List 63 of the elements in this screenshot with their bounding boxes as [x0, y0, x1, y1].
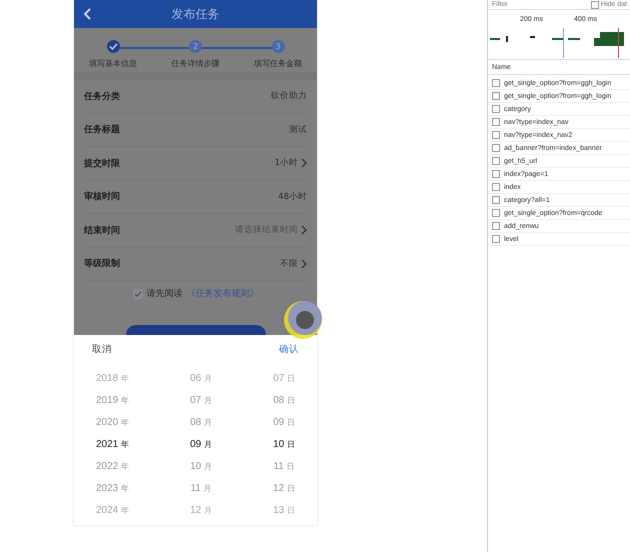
row-checkbox[interactable] [492, 222, 500, 230]
picker-option[interactable]: 07 日 [273, 368, 295, 390]
agreement-checkbox[interactable] [132, 288, 142, 298]
picker-option[interactable]: 07 月 [190, 390, 212, 412]
picker-option[interactable]: 09 月 [190, 434, 212, 456]
back-icon[interactable] [83, 8, 91, 20]
step-label: 任务详情步骤 [172, 58, 220, 69]
agreement-text: 请先阅读 [146, 288, 182, 300]
field-label: 等级限制 [84, 258, 121, 270]
cancel-button[interactable]: 取消 [92, 343, 112, 356]
chevron-right-icon[interactable] [301, 158, 307, 168]
picker-option[interactable]: 12 月 [190, 500, 212, 522]
picker-option[interactable]: 2023 年 [96, 478, 130, 500]
picker-option[interactable]: 2021 年 [96, 434, 130, 456]
chevron-right-icon[interactable] [301, 258, 307, 269]
row-checkbox[interactable] [492, 79, 500, 87]
row-checkbox[interactable] [492, 144, 500, 152]
row-checkbox[interactable] [492, 183, 500, 191]
field-value: 测试 [289, 124, 307, 136]
picker-option[interactable]: 2018 年 [96, 368, 130, 390]
step-label: 填写基本信息 [89, 58, 137, 69]
picker-option[interactable]: 2019 年 [96, 390, 130, 412]
field-label: 任务分类 [84, 90, 121, 103]
rules-link[interactable]: 《任务发布规则》 [186, 287, 258, 300]
row-checkbox[interactable] [492, 118, 500, 126]
field-label: 任务标题 [84, 124, 121, 136]
picker-option[interactable]: 08 日 [273, 390, 295, 412]
row-checkbox[interactable] [492, 196, 500, 204]
step-label: 填写任务金额 [254, 58, 302, 69]
picker-option[interactable]: 06 月 [190, 368, 212, 390]
field-value: 砍价助力 [271, 90, 307, 102]
row-checkbox[interactable] [492, 235, 500, 243]
picker-option[interactable]: 12 日 [273, 478, 295, 500]
picker-option[interactable]: 2020 年 [96, 412, 130, 434]
cursor-highlight-icon [283, 300, 323, 340]
row-checkbox[interactable] [492, 92, 500, 100]
step-circle: 3 [272, 40, 284, 53]
field-label: 审核时间 [84, 190, 121, 204]
picker-option[interactable]: 09 日 [273, 412, 295, 434]
field-value[interactable]: 1小时 [274, 157, 298, 170]
page-title: 发布任务 [172, 6, 220, 22]
row-checkbox[interactable] [492, 157, 500, 165]
confirm-button[interactable]: 确认 [279, 343, 299, 356]
picker-option[interactable]: 2022 年 [96, 456, 130, 478]
picker-option[interactable]: 10 月 [190, 456, 212, 478]
field-value[interactable]: 不限 [280, 258, 298, 270]
hide-data-checkbox[interactable] [590, 0, 599, 8]
step-circle: 2 [189, 40, 202, 53]
picker-option[interactable]: 08 月 [190, 412, 212, 434]
picker-option[interactable]: 11 日 [273, 456, 295, 478]
field-label: 结束时间 [84, 224, 121, 237]
row-checkbox[interactable] [492, 170, 500, 178]
picker-option[interactable]: 2024 年 [96, 500, 130, 522]
picker-option[interactable]: 11 月 [190, 478, 212, 500]
chevron-right-icon[interactable] [301, 225, 307, 236]
picker-option[interactable]: 13 日 [273, 500, 295, 522]
submit-button[interactable] [126, 325, 266, 335]
row-checkbox[interactable] [492, 131, 500, 139]
picker-option[interactable]: 10 日 [273, 434, 295, 456]
field-label: 提交时限 [84, 157, 121, 170]
field-value: 48小时 [278, 190, 307, 203]
row-checkbox[interactable] [492, 105, 500, 113]
row-checkbox[interactable] [492, 209, 500, 217]
